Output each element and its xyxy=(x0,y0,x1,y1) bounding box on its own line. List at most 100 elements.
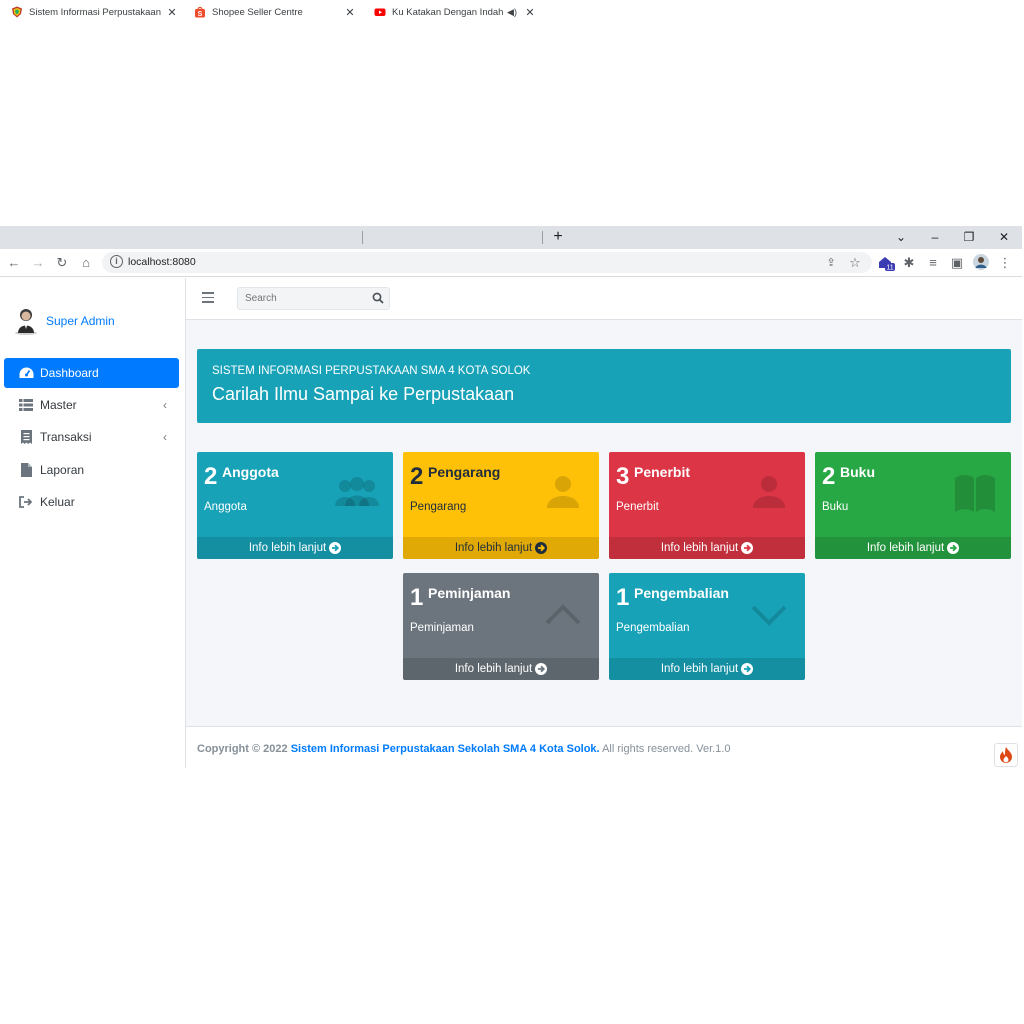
sign-out-icon xyxy=(18,494,34,510)
sidebar-item-transaksi[interactable]: Transaksi ‹ xyxy=(4,422,179,452)
chevron-left-icon: ‹ xyxy=(163,430,167,444)
arrow-circle-right-icon xyxy=(535,663,548,675)
search-icon[interactable] xyxy=(372,292,384,304)
stat-title: Anggota xyxy=(222,464,279,480)
side-panel-icon[interactable]: ▣ xyxy=(948,254,966,272)
browser-tab-shopee[interactable]: S Shopee Seller Centre ✕ xyxy=(183,1,361,23)
user-icon xyxy=(753,476,785,508)
stat-box-buku: 2 Buku Buku Info lebih lanjut xyxy=(815,452,1011,559)
stat-label: Pengembalian xyxy=(616,622,690,634)
stat-title: Peminjaman xyxy=(428,585,511,601)
arrow-circle-right-icon xyxy=(741,542,754,554)
tab-search-icon[interactable]: ⌄ xyxy=(886,226,916,248)
more-info-label: Info lebih lanjut xyxy=(866,542,945,554)
tab-close-icon[interactable]: ✕ xyxy=(522,6,538,19)
footer-rights: All rights reserved. Ver.1.0 xyxy=(602,743,731,755)
stat-title: Pengembalian xyxy=(634,585,729,601)
puzzle-icon[interactable]: ✱ xyxy=(900,254,918,272)
stat-label: Penerbit xyxy=(616,501,659,513)
tab-separator xyxy=(362,231,363,244)
tab-close-icon[interactable]: ✕ xyxy=(164,6,180,19)
shield-favicon-icon xyxy=(12,6,22,18)
sidebar-item-keluar[interactable]: Keluar xyxy=(4,487,179,517)
user-name[interactable]: Super Admin xyxy=(46,314,115,328)
forward-icon[interactable]: → xyxy=(29,254,47,272)
media-control-icon[interactable]: ≡ xyxy=(924,254,942,272)
browser-menu-icon[interactable]: ⋮ xyxy=(996,254,1014,272)
footer-text: Copyright © 2022 Sistem Informasi Perpus… xyxy=(197,743,730,755)
search-form xyxy=(237,287,390,310)
bookmark-star-icon[interactable]: ☆ xyxy=(846,254,864,272)
browser-tab-youtube[interactable]: Ku Katakan Dengan Indah - ◀) ✕ xyxy=(363,1,541,23)
user-panel[interactable]: Super Admin xyxy=(14,307,115,335)
stat-count: 3 xyxy=(616,463,630,490)
extension-icon[interactable]: 11 xyxy=(877,254,895,272)
more-info-link[interactable]: Info lebih lanjut xyxy=(403,537,599,559)
tab-audio-icon[interactable]: ◀) xyxy=(505,7,519,18)
share-icon[interactable]: ⇪ xyxy=(822,254,840,272)
debug-toolbar-flame-icon[interactable] xyxy=(994,743,1018,767)
stat-label: Pengarang xyxy=(410,501,467,513)
chevron-left-icon: ‹ xyxy=(163,398,167,412)
tachometer-icon xyxy=(18,365,34,381)
sidebar-item-label: Laporan xyxy=(40,463,85,477)
stat-title: Pengarang xyxy=(428,464,501,480)
tab-title: Shopee Seller Centre xyxy=(212,6,303,18)
arrow-circle-right-icon xyxy=(741,663,754,675)
back-icon[interactable]: ← xyxy=(5,254,23,272)
new-tab-button[interactable]: + xyxy=(543,226,573,248)
footer-org-link[interactable]: Sistem Informasi Perpustakaan Sekolah SM… xyxy=(291,743,600,755)
profile-avatar-icon[interactable] xyxy=(972,254,990,272)
shopee-favicon-icon: S xyxy=(195,6,205,18)
book-icon xyxy=(955,475,995,512)
stat-box-penerbit: 3 Penerbit Penerbit Info lebih lanjut xyxy=(609,452,805,559)
stat-box-peminjaman: 1 Peminjaman Peminjaman Info lebih lanju… xyxy=(403,573,599,680)
file-icon xyxy=(18,462,34,478)
stat-label: Anggota xyxy=(204,501,247,513)
sidebar-item-laporan[interactable]: Laporan xyxy=(4,455,179,485)
home-icon[interactable]: ⌂ xyxy=(77,254,95,272)
more-info-link[interactable]: Info lebih lanjut xyxy=(197,537,393,559)
address-bar[interactable]: i localhost:8080 xyxy=(102,252,872,273)
browser-tab-active[interactable]: Sistem Informasi Perpustakaan Se ✕ xyxy=(0,1,183,23)
sidebar-item-label: Keluar xyxy=(40,495,75,509)
tab-title: Sistem Informasi Perpustakaan Se xyxy=(29,6,164,18)
arrow-circle-right-icon xyxy=(329,542,342,554)
extension-badge: 11 xyxy=(886,265,893,272)
browser-toolbar: ← → ↻ ⌂ i localhost:8080 ⇪ ☆ 11 ✱ ≡ ▣ ⋮ xyxy=(0,249,1022,277)
menu-toggle-icon[interactable] xyxy=(202,292,214,304)
user-icon xyxy=(547,476,579,508)
tab-close-icon[interactable]: ✕ xyxy=(342,6,358,19)
more-info-link[interactable]: Info lebih lanjut xyxy=(609,658,805,680)
more-info-link[interactable]: Info lebih lanjut xyxy=(609,537,805,559)
stat-count: 2 xyxy=(204,463,218,490)
minimize-icon[interactable]: – xyxy=(920,226,950,248)
stat-box-pengarang: 2 Pengarang Pengarang Info lebih lanjut xyxy=(403,452,599,559)
top-navbar xyxy=(186,278,1022,320)
more-info-label: Info lebih lanjut xyxy=(660,542,739,554)
url-text: localhost:8080 xyxy=(128,256,196,268)
more-info-label: Info lebih lanjut xyxy=(454,663,533,675)
more-info-link[interactable]: Info lebih lanjut xyxy=(815,537,1011,559)
restore-icon[interactable]: ❐ xyxy=(954,226,984,248)
close-window-icon[interactable]: ✕ xyxy=(989,226,1019,248)
stat-count: 2 xyxy=(822,463,836,490)
banner-title: Carilah Ilmu Sampai ke Perpustakaan xyxy=(212,384,515,404)
search-input[interactable] xyxy=(238,288,368,309)
sidebar-item-label: Master xyxy=(40,398,77,412)
welcome-banner: SISTEM INFORMASI PERPUSTAKAAN SMA 4 KOTA… xyxy=(197,349,1011,423)
more-info-link[interactable]: Info lebih lanjut xyxy=(403,658,599,680)
youtube-favicon-icon xyxy=(374,8,386,16)
site-info-icon[interactable]: i xyxy=(110,255,123,268)
sidebar-item-dashboard[interactable]: Dashboard xyxy=(4,358,179,388)
stat-count: 1 xyxy=(410,584,424,611)
sidebar-item-master[interactable]: Master ‹ xyxy=(4,390,179,420)
banner-subtitle: SISTEM INFORMASI PERPUSTAKAAN SMA 4 KOTA… xyxy=(212,365,531,377)
stat-count: 2 xyxy=(410,463,424,490)
svg-text:S: S xyxy=(198,11,203,18)
reload-icon[interactable]: ↻ xyxy=(53,254,71,272)
stat-box-anggota: 2 Anggota Anggota Info lebih lanjut xyxy=(197,452,393,559)
main-content: SISTEM INFORMASI PERPUSTAKAAN SMA 4 KOTA… xyxy=(186,278,1022,768)
tab-title: Ku Katakan Dengan Indah - xyxy=(392,6,505,18)
stat-box-pengembalian: 1 Pengembalian Pengembalian Info lebih l… xyxy=(609,573,805,680)
